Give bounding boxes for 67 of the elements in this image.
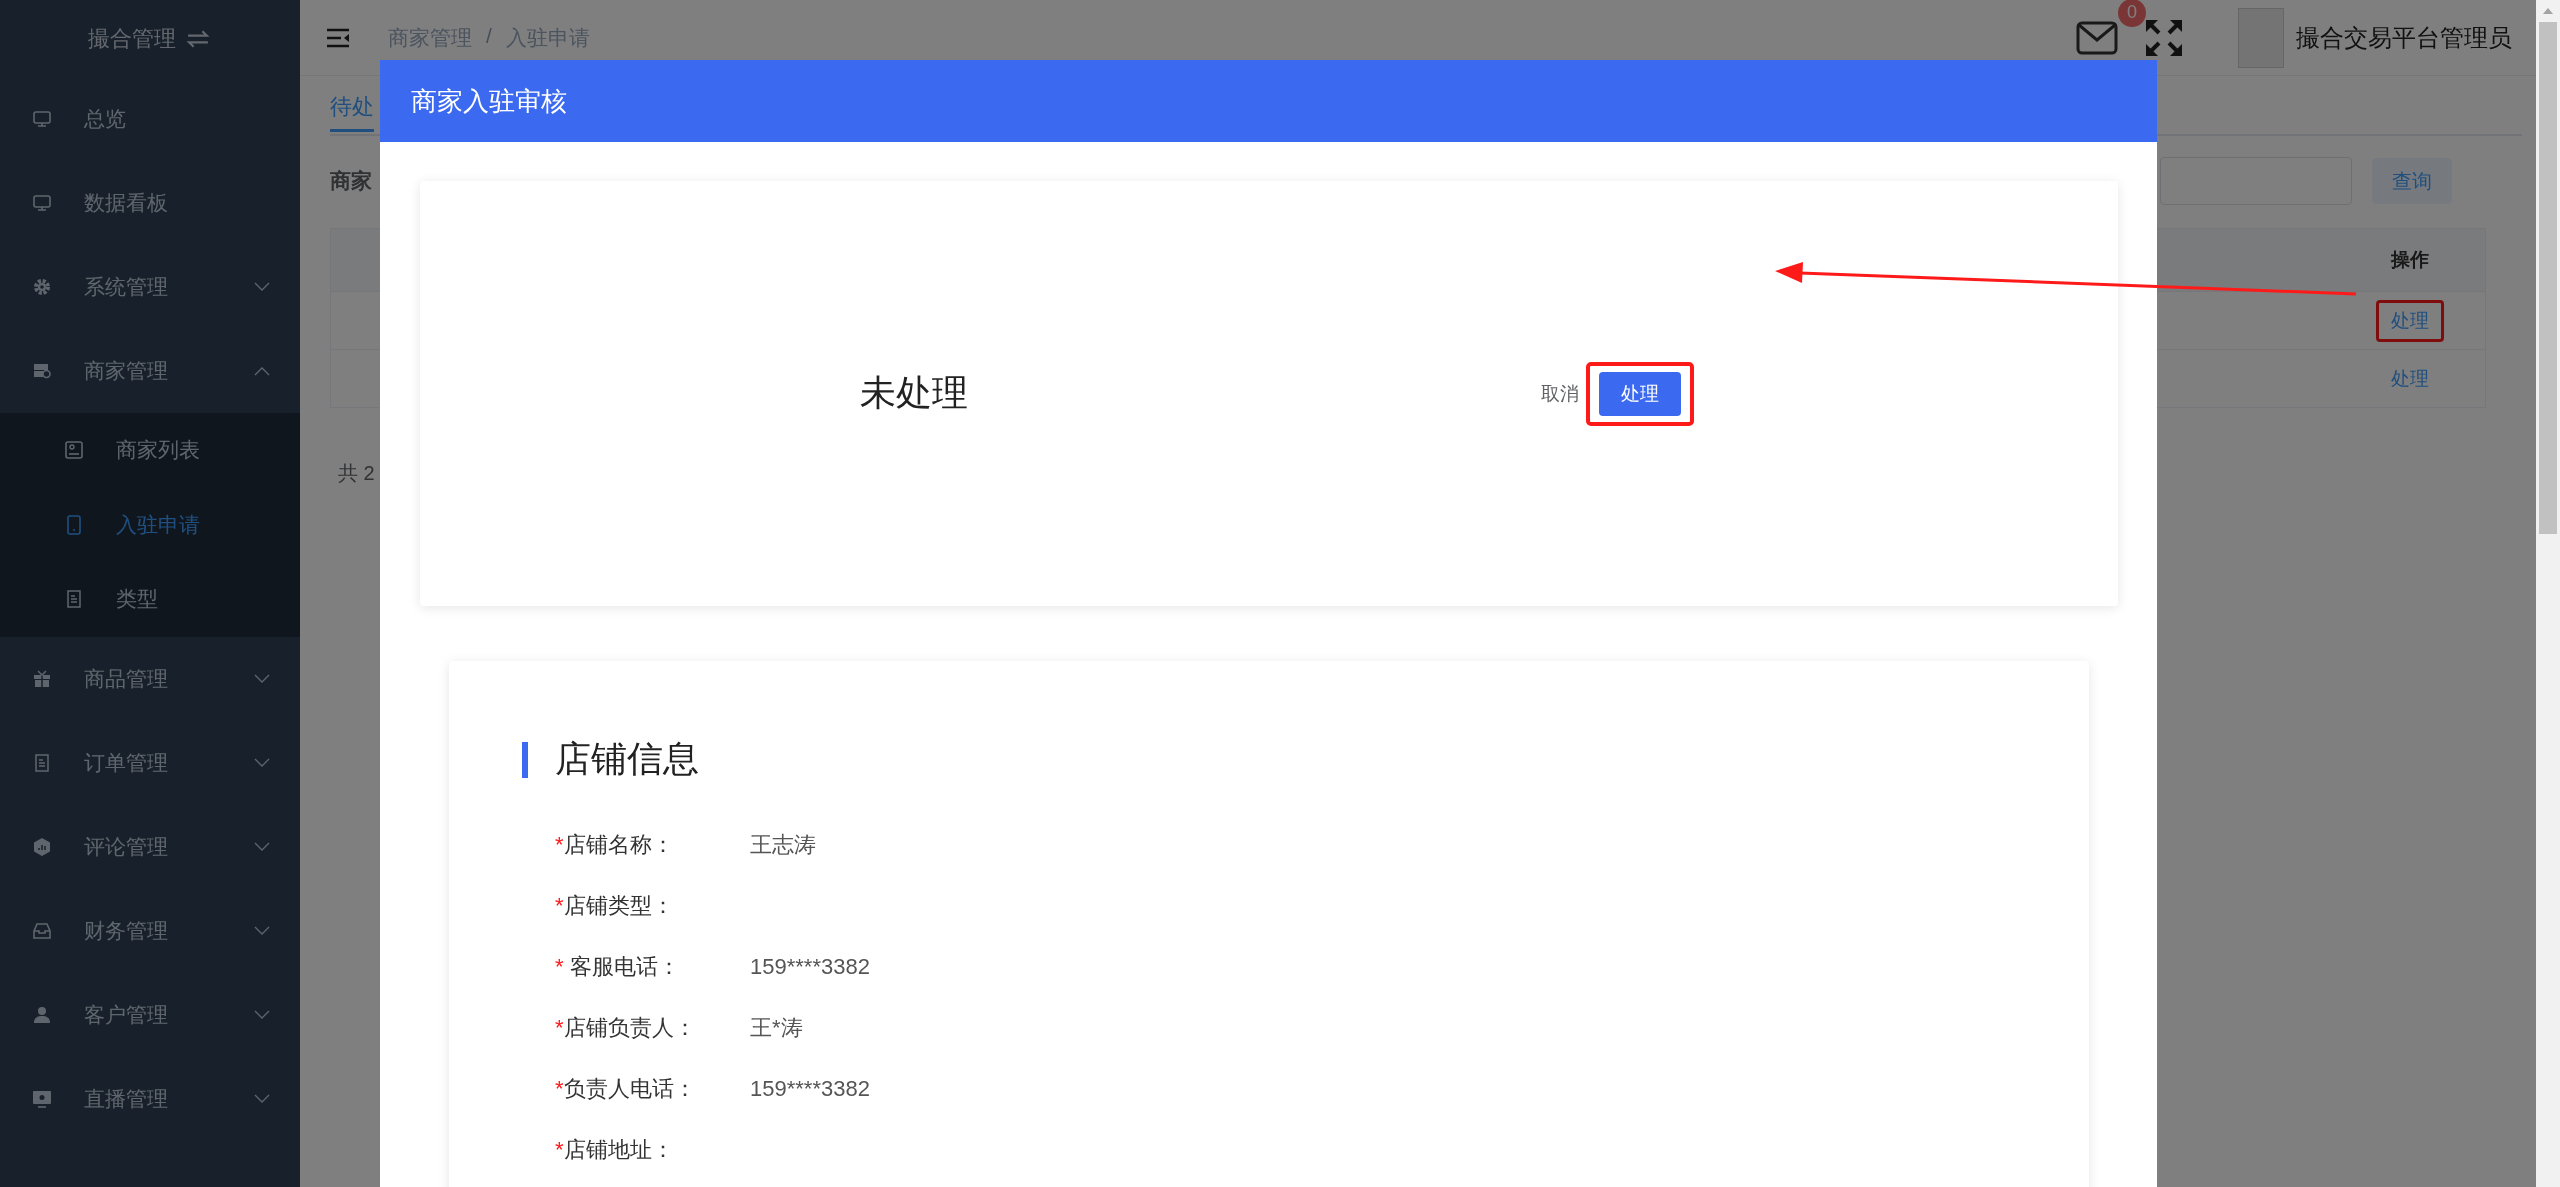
chevron-down-icon <box>254 1009 270 1020</box>
sidebar-item[interactable]: 商家管理 <box>0 329 300 413</box>
process-button[interactable]: 处理 <box>1599 371 1681 416</box>
section-accent-bar <box>522 741 528 778</box>
chevron-down-icon <box>254 841 270 852</box>
field-label: * 客服电话： <box>555 952 681 981</box>
sidebar-item[interactable]: 直播管理 <box>0 1056 300 1141</box>
fullscreen-icon[interactable] <box>2144 17 2184 58</box>
field-label: *负责人电话： <box>555 1074 697 1103</box>
chevron-up-icon <box>254 366 270 376</box>
breadcrumb-separator: / <box>486 23 492 49</box>
field-value: 159****3382 <box>750 1075 870 1102</box>
user-name[interactable]: 撮合交易平台管理员 <box>2296 21 2512 54</box>
field-label: *店铺负责人： <box>555 1013 697 1042</box>
sidebar-item[interactable]: 财务管理 <box>0 888 300 973</box>
tab[interactable]: 待处 <box>330 76 374 132</box>
field-label: *店铺地址： <box>555 1135 675 1164</box>
chevron-down-icon <box>254 757 270 768</box>
process-link[interactable]: 处理 <box>2391 367 2429 389</box>
sidebar-item[interactable]: 数据看板 <box>0 161 300 245</box>
monitor-icon <box>32 109 52 129</box>
status-text: 未处理 <box>860 371 969 415</box>
chevron-down-icon <box>254 282 270 292</box>
menu-icon[interactable] <box>326 27 350 48</box>
person-icon <box>32 1004 52 1025</box>
field-value: 159****3382 <box>750 953 870 980</box>
filter-label: 商家 <box>330 168 373 194</box>
search-button[interactable]: 查询 <box>2372 158 2452 204</box>
dialog-title: 商家入驻审核 <box>411 84 567 118</box>
cancel-button[interactable]: 取消 <box>1541 380 1579 407</box>
field-label: *店铺类型： <box>555 891 675 920</box>
submenu-item[interactable]: 类型 <box>0 562 300 637</box>
chevron-down-icon <box>254 1093 270 1104</box>
scrollbar-thumb[interactable] <box>2539 22 2557 534</box>
scrollbar[interactable] <box>2536 0 2560 1187</box>
app-title: 撮合管理 <box>88 24 176 53</box>
store-icon <box>32 361 52 381</box>
process-link[interactable]: 处理 <box>2391 309 2429 331</box>
field-value: 王志涛 <box>750 830 816 859</box>
scroll-up-icon[interactable] <box>2543 8 2553 14</box>
mail-icon[interactable] <box>2076 20 2118 55</box>
monitor-icon <box>32 193 52 213</box>
avatar-placeholder[interactable] <box>2238 7 2284 68</box>
sidebar-item[interactable]: 系统管理 <box>0 245 300 329</box>
sidebar-item[interactable]: 总览 <box>0 77 300 161</box>
chevron-down-icon <box>254 673 270 684</box>
sidebar-item[interactable]: 评论管理 <box>0 804 300 889</box>
submenu-item[interactable]: 入驻申请 <box>0 487 300 563</box>
chevron-down-icon <box>254 925 270 936</box>
inbox-icon <box>32 920 52 941</box>
gear-icon <box>32 277 52 297</box>
document-icon <box>64 589 84 610</box>
column-header: 操作 <box>2389 248 2430 272</box>
gift-icon <box>32 668 52 689</box>
screen-icon <box>32 1088 52 1109</box>
chart-hexagon-icon <box>32 836 52 857</box>
tablet-icon <box>64 514 84 535</box>
picture-icon <box>64 440 84 461</box>
document-icon <box>32 752 52 773</box>
sidebar-item[interactable]: 客户管理 <box>0 972 300 1057</box>
field-label: *店铺名称： <box>555 830 675 859</box>
submenu-item[interactable]: 商家列表 <box>0 413 300 488</box>
section-title: 店铺信息 <box>555 737 699 781</box>
field-value: 王*涛 <box>750 1013 803 1042</box>
message-count-badge: 0 <box>2118 0 2146 27</box>
sidebar-item[interactable]: 订单管理 <box>0 720 300 805</box>
total-count: 共 2 <box>338 461 376 486</box>
